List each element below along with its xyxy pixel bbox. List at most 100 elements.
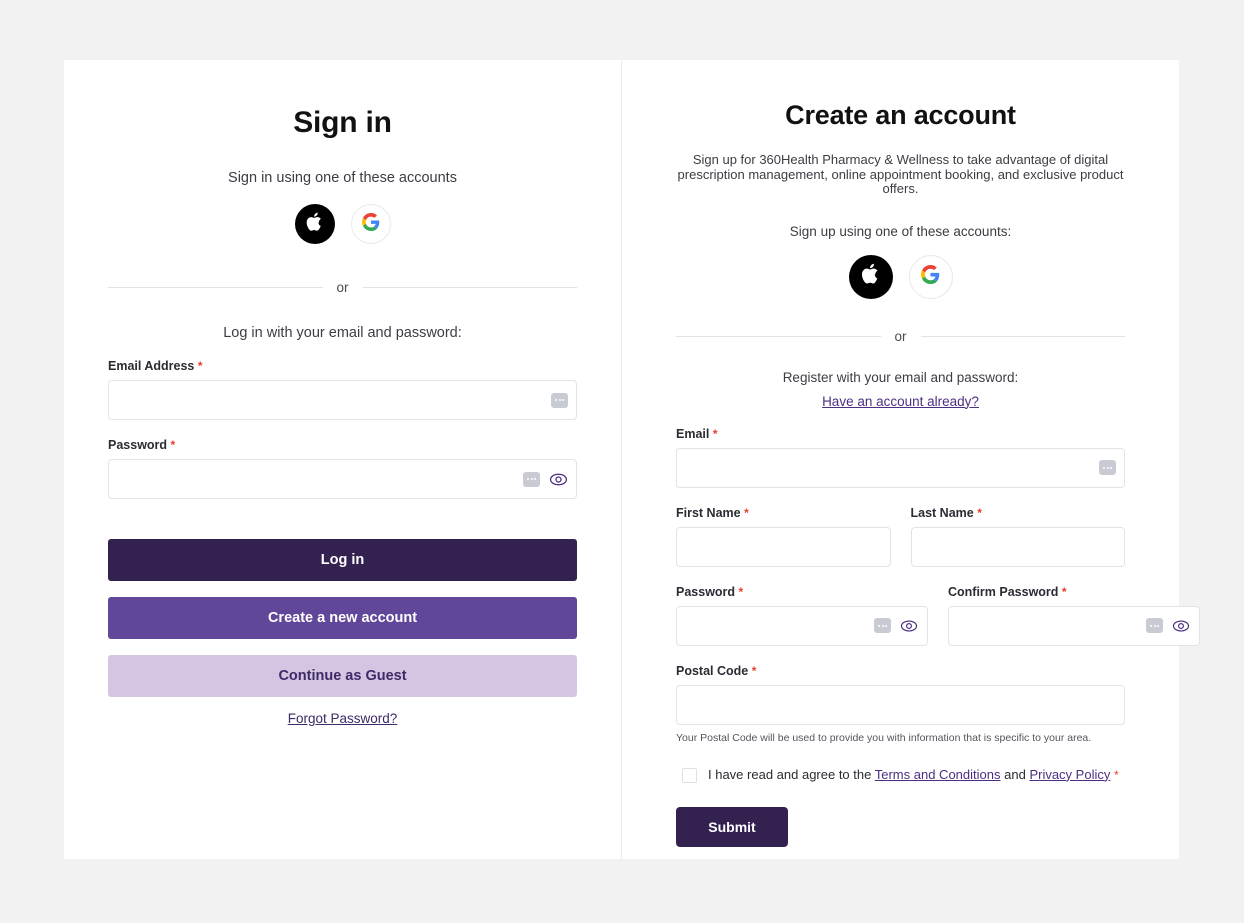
- signup-confirm-password-input-wrap[interactable]: [948, 605, 1200, 646]
- privacy-policy-link[interactable]: Privacy Policy: [1029, 767, 1110, 782]
- signup-email-input[interactable]: [677, 448, 1099, 487]
- terms-text: I have read and agree to the Terms and C…: [708, 766, 1119, 783]
- signup-or-label: or: [894, 328, 907, 344]
- show-password-eye-icon[interactable]: [899, 616, 919, 636]
- apple-icon: [860, 262, 881, 291]
- password-row: Password * Confirm Password *: [676, 585, 1200, 646]
- signup-postal-code-input[interactable]: [677, 685, 1124, 724]
- required-asterisk: *: [738, 584, 744, 599]
- terms-checkbox[interactable]: [682, 767, 697, 783]
- signup-confirm-password-input[interactable]: [949, 606, 1146, 645]
- signin-password-input-wrap[interactable]: [108, 459, 577, 499]
- signup-first-name-field-group: First Name *: [676, 506, 891, 567]
- google-signin-button[interactable]: [350, 204, 391, 244]
- terms-conjunction: and: [1004, 766, 1026, 782]
- signin-or-label: or: [336, 280, 349, 295]
- required-asterisk: *: [1061, 584, 1067, 599]
- signin-password-field-group: Password *: [108, 438, 577, 499]
- show-password-eye-icon[interactable]: [1171, 616, 1191, 636]
- signup-social-row: [676, 254, 1125, 299]
- signup-first-name-label-text: First Name: [676, 505, 741, 520]
- signin-social-row: [108, 204, 577, 244]
- signup-password-input[interactable]: [677, 606, 874, 645]
- signup-panel: Create an account Sign up for 360Health …: [622, 60, 1200, 859]
- apple-signin-button[interactable]: [294, 204, 335, 244]
- signup-last-name-input-wrap[interactable]: [910, 526, 1125, 567]
- signup-email-label: Email *: [676, 427, 1125, 441]
- signup-postal-code-input-wrap[interactable]: [676, 684, 1125, 725]
- have-account-link[interactable]: Have an account already?: [676, 394, 1125, 409]
- signup-last-name-field-group: Last Name *: [910, 506, 1126, 567]
- signup-email-label-text: Email: [676, 426, 710, 441]
- create-new-account-button[interactable]: Create a new account: [108, 597, 577, 639]
- autofill-icon[interactable]: [1146, 618, 1163, 634]
- autofill-icon[interactable]: [523, 471, 540, 487]
- postal-code-hint: Your Postal Code will be used to provide…: [676, 731, 1092, 744]
- signin-accounts-prompt: Sign in using one of these accounts: [228, 170, 457, 186]
- signup-first-name-input-wrap[interactable]: [676, 526, 891, 567]
- signin-email-label-text: Email Address: [108, 359, 195, 373]
- signin-password-input[interactable]: [109, 460, 523, 498]
- google-icon: [361, 212, 380, 236]
- signin-email-prompt: Log in with your email and password:: [223, 325, 462, 341]
- required-asterisk: *: [712, 426, 718, 441]
- terms-and-conditions-link[interactable]: Terms and Conditions: [875, 767, 1001, 782]
- signup-password-label-text: Password: [676, 584, 736, 599]
- signup-postal-code-field-group: Postal Code * Your Postal Code will be u…: [676, 664, 1125, 744]
- signup-email-input-wrap[interactable]: [676, 447, 1125, 488]
- signin-password-label: Password *: [108, 438, 577, 452]
- autofill-icon[interactable]: [1099, 460, 1116, 476]
- required-asterisk: *: [170, 438, 176, 452]
- google-signup-button[interactable]: [908, 254, 953, 299]
- signup-email-field-group: Email *: [676, 427, 1125, 488]
- signin-email-input[interactable]: [109, 381, 551, 419]
- signin-email-label: Email Address *: [108, 359, 577, 373]
- apple-signup-button[interactable]: [848, 254, 893, 299]
- required-asterisk: *: [977, 505, 982, 520]
- show-password-eye-icon[interactable]: [548, 469, 568, 489]
- signup-confirm-password-field-group: Confirm Password *: [948, 585, 1200, 646]
- signup-first-name-input[interactable]: [677, 527, 890, 566]
- required-asterisk: *: [1113, 767, 1119, 782]
- signup-postal-code-label-text: Postal Code: [676, 663, 749, 678]
- signin-email-input-wrap[interactable]: [108, 380, 577, 420]
- signup-title: Create an account: [785, 100, 1016, 130]
- page-root: Sign in Sign in using one of these accou…: [0, 0, 1244, 923]
- terms-prefix: I have read and agree to the: [708, 766, 872, 782]
- name-row: First Name * Last Name *: [676, 506, 1125, 567]
- signin-password-label-text: Password: [108, 438, 168, 452]
- signin-title: Sign in: [293, 106, 392, 139]
- signup-accounts-prompt: Sign up using one of these accounts:: [789, 223, 1012, 239]
- signin-or-divider: or: [108, 280, 578, 295]
- forgot-password-link[interactable]: Forgot Password?: [108, 711, 577, 726]
- signup-first-name-label: First Name *: [676, 506, 891, 520]
- signup-last-name-input[interactable]: [911, 527, 1124, 566]
- signup-password-field-group: Password *: [676, 585, 928, 646]
- signup-confirm-password-label: Confirm Password *: [948, 585, 1200, 599]
- signup-password-input-wrap[interactable]: [676, 605, 928, 646]
- autofill-icon[interactable]: [874, 618, 891, 634]
- divider-line-right: [362, 287, 578, 288]
- auth-card: Sign in Sign in using one of these accou…: [64, 60, 1200, 859]
- submit-button[interactable]: Submit: [676, 806, 788, 847]
- divider-line-left: [676, 335, 881, 337]
- signin-panel: Sign in Sign in using one of these accou…: [64, 60, 621, 859]
- required-asterisk: *: [197, 359, 203, 373]
- google-icon: [921, 264, 940, 289]
- signup-last-name-label: Last Name *: [911, 506, 1126, 520]
- signin-email-field-group: Email Address *: [108, 359, 577, 420]
- divider-line-left: [108, 287, 323, 288]
- continue-as-guest-button[interactable]: Continue as Guest: [108, 655, 577, 697]
- autofill-icon[interactable]: [551, 392, 568, 408]
- terms-agreement-row: I have read and agree to the Terms and C…: [676, 766, 1125, 783]
- signup-postal-code-label: Postal Code *: [676, 664, 1125, 678]
- signup-confirm-password-label-text: Confirm Password: [948, 584, 1059, 599]
- divider-line-right: [920, 335, 1126, 337]
- signup-register-prompt: Register with your email and password:: [782, 369, 1019, 385]
- apple-icon: [305, 211, 324, 238]
- signup-password-label: Password *: [676, 585, 928, 599]
- signup-last-name-label-text: Last Name: [910, 505, 974, 520]
- signup-description: Sign up for 360Health Pharmacy & Wellnes…: [677, 152, 1124, 197]
- signup-or-divider: or: [676, 328, 1126, 344]
- login-button[interactable]: Log in: [108, 539, 577, 581]
